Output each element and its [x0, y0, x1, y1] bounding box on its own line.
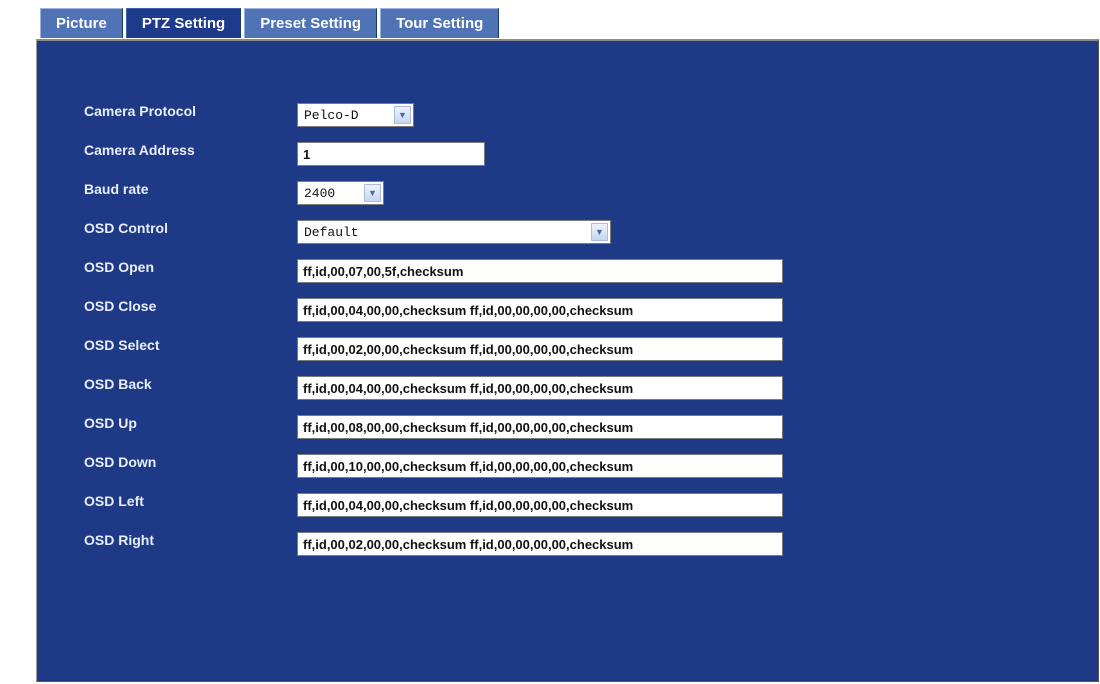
- row-osd-left: OSD Left: [37, 491, 1097, 517]
- chevron-down-icon[interactable]: ▼: [364, 184, 381, 202]
- row-osd-up: OSD Up: [37, 413, 1097, 439]
- osd-up-label: OSD Up: [84, 415, 137, 431]
- row-osd-back: OSD Back: [37, 374, 1097, 400]
- tab-ptz-setting[interactable]: PTZ Setting: [125, 8, 242, 38]
- osd-select-label: OSD Select: [84, 337, 160, 353]
- osd-select-input[interactable]: [297, 337, 783, 361]
- row-osd-down: OSD Down: [37, 452, 1097, 478]
- baud-rate-select[interactable]: 2400 ▼: [297, 181, 384, 205]
- osd-open-label: OSD Open: [84, 259, 155, 275]
- osd-control-select[interactable]: Default ▼: [297, 220, 611, 244]
- osd-back-label: OSD Back: [84, 376, 152, 392]
- camera-protocol-label: Camera Protocol: [84, 103, 197, 119]
- osd-right-label: OSD Right: [84, 532, 154, 548]
- row-camera-address: Camera Address: [37, 140, 1097, 166]
- chevron-down-icon[interactable]: ▼: [591, 223, 608, 241]
- osd-close-label: OSD Close: [84, 298, 157, 314]
- row-osd-open: OSD Open: [37, 257, 1097, 283]
- osd-close-input[interactable]: [297, 298, 783, 322]
- osd-right-input[interactable]: [297, 532, 783, 556]
- tab-tour-setting[interactable]: Tour Setting: [380, 8, 500, 38]
- baud-rate-label: Baud rate: [84, 181, 149, 197]
- osd-left-input[interactable]: [297, 493, 783, 517]
- osd-open-input[interactable]: [297, 259, 783, 283]
- baud-rate-value: 2400: [304, 185, 336, 201]
- row-baud-rate: Baud rate 2400 ▼: [37, 179, 1097, 205]
- osd-left-label: OSD Left: [84, 493, 144, 509]
- ptz-settings-panel: Camera Protocol Pelco-D ▼ Camera Address…: [36, 39, 1099, 682]
- osd-up-input[interactable]: [297, 415, 783, 439]
- osd-down-label: OSD Down: [84, 454, 157, 470]
- osd-control-value: Default: [304, 224, 359, 240]
- camera-protocol-select[interactable]: Pelco-D ▼: [297, 103, 414, 127]
- row-osd-right: OSD Right: [37, 530, 1097, 556]
- row-osd-select: OSD Select: [37, 335, 1097, 361]
- osd-down-input[interactable]: [297, 454, 783, 478]
- osd-control-label: OSD Control: [84, 220, 168, 236]
- chevron-down-icon[interactable]: ▼: [394, 106, 411, 124]
- camera-address-label: Camera Address: [84, 142, 195, 158]
- camera-address-input[interactable]: [297, 142, 485, 166]
- tab-preset-setting[interactable]: Preset Setting: [244, 8, 378, 38]
- osd-back-input[interactable]: [297, 376, 783, 400]
- tab-picture[interactable]: Picture: [40, 8, 123, 38]
- camera-protocol-value: Pelco-D: [304, 107, 359, 123]
- tab-bar: Picture PTZ Setting Preset Setting Tour …: [40, 8, 500, 38]
- row-camera-protocol: Camera Protocol Pelco-D ▼: [37, 101, 1097, 127]
- row-osd-close: OSD Close: [37, 296, 1097, 322]
- row-osd-control: OSD Control Default ▼: [37, 218, 1097, 244]
